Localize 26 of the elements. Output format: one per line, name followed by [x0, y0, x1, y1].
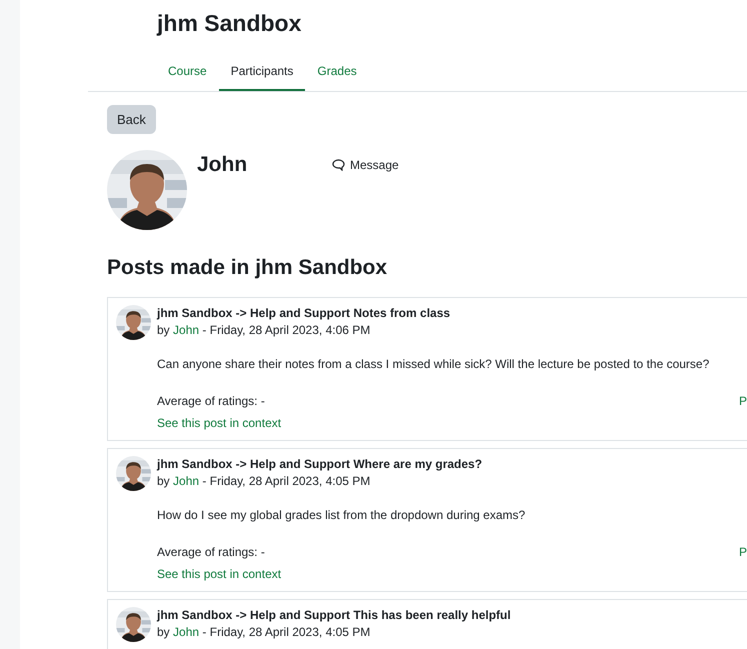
post-byline: by John - Friday, 28 April 2023, 4:06 PM — [157, 322, 372, 339]
post-link[interactable]: P — [738, 393, 747, 410]
user-name: John — [197, 153, 248, 177]
author-link[interactable]: John — [173, 323, 200, 337]
post-byline: by John - Friday, 28 April 2023, 4:05 PM — [157, 473, 372, 490]
speech-bubble-icon — [332, 159, 345, 171]
nav-tab[interactable]: Participants — [218, 53, 306, 91]
context-link[interactable]: See this post in context — [157, 566, 282, 583]
back-button[interactable]: Back — [107, 105, 156, 134]
post-message: Can anyone share their notes from a class I missed while sick? Will the lecture be posted to the course? — [157, 356, 710, 373]
post-byline: by John - Friday, 28 April 2023, 4:05 PM — [157, 624, 372, 641]
author-link[interactable]: John — [173, 474, 200, 488]
author-link[interactable]: John — [173, 625, 200, 639]
ratings-text: Average of ratings: - — [157, 544, 265, 561]
post-subject: jhm Sandbox -> Help and Support Where are my grades? — [157, 456, 484, 473]
post-subject: jhm Sandbox -> Help and Support Notes from class — [157, 305, 452, 322]
course-title: jhm Sandbox — [156, 9, 302, 38]
section-heading: Posts made in jhm Sandbox — [107, 256, 388, 280]
message-link[interactable]: Message — [332, 158, 399, 172]
nav-tab[interactable]: Course — [156, 53, 219, 91]
post-link[interactable]: P — [738, 544, 747, 561]
post-subject: jhm Sandbox -> Help and Support This has been really helpful — [157, 607, 512, 624]
ratings-text: Average of ratings: - — [157, 393, 265, 410]
nav-tab[interactable]: Grades — [305, 53, 369, 91]
post-message: How do I see my global grades list from the dropdown during exams? — [157, 507, 526, 524]
context-link[interactable]: See this post in context — [157, 415, 282, 432]
